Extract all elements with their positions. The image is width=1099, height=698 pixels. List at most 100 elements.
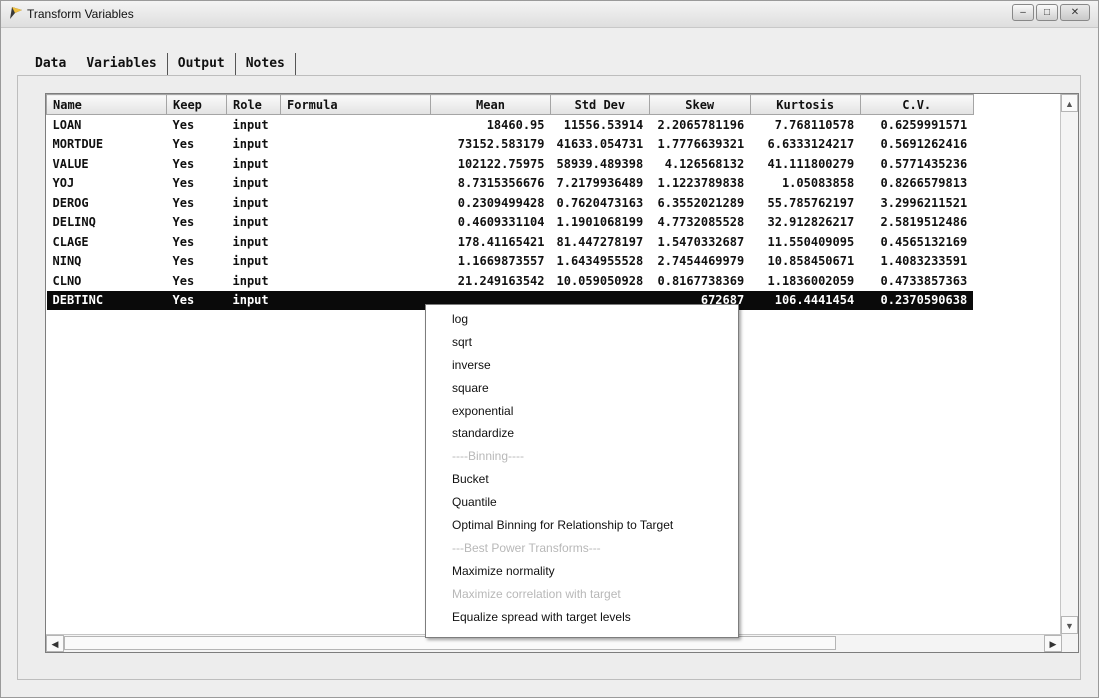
cell-name: DEROG <box>52 195 89 210</box>
app-icon <box>10 7 22 19</box>
cell-name: CLNO <box>52 273 82 288</box>
cell-keep: Yes <box>172 137 195 152</box>
column-header-kurtosis[interactable]: Kurtosis <box>749 94 861 115</box>
cell-formula[interactable] <box>281 213 431 233</box>
table-row[interactable]: NINQ Yes input 1.1669873557 1.6434955528 2.74… <box>47 252 974 272</box>
window-controls: – □ ✕ <box>1012 4 1090 21</box>
column-header-cv[interactable]: C.V. <box>859 94 974 115</box>
menu-item-inverse[interactable]: inverse <box>426 354 738 377</box>
cell-cv: 1.4083233591 <box>880 254 968 269</box>
cell-std-dev: 7.2179936489 <box>556 176 644 191</box>
vertical-scrollbar[interactable]: ▲ ▼ <box>1060 94 1078 652</box>
menu-item-bucket[interactable]: Bucket <box>426 468 738 491</box>
cell-mean: 0.4609331104 <box>457 215 545 230</box>
cell-mean: 0.2309499428 <box>457 195 545 210</box>
column-header-role[interactable]: Role <box>226 94 281 115</box>
menu-item-quantile[interactable]: Quantile <box>426 491 738 514</box>
cell-name: DELINQ <box>52 215 96 230</box>
cell-cv: 0.5771435236 <box>880 156 968 171</box>
menu-item-square[interactable]: square <box>426 377 738 400</box>
menu-item-standardize[interactable]: standardize <box>426 422 738 445</box>
table-row[interactable]: CLNO Yes input 21.249163542 10.059050928 0.81… <box>47 271 974 291</box>
menu-item-maximize-normality[interactable]: Maximize normality <box>426 560 738 583</box>
cell-role: input <box>232 137 269 152</box>
horizontal-scroll-thumb[interactable] <box>64 636 836 650</box>
menu-item-exponential[interactable]: exponential <box>426 400 738 423</box>
cell-cv: 0.2370590638 <box>860 290 974 310</box>
cell-skew: 1.1223789838 <box>657 176 745 191</box>
cell-std-dev: 81.447278197 <box>556 234 644 249</box>
scroll-up-icon[interactable]: ▲ <box>1061 94 1078 112</box>
tab-notes[interactable]: Notes <box>236 53 295 75</box>
cell-skew: 4.126568132 <box>664 156 745 171</box>
cell-formula[interactable] <box>281 154 431 174</box>
cell-std-dev: 10.059050928 <box>556 273 644 288</box>
table-row[interactable]: DEROG Yes input 0.2309499428 0.7620473163 6.3… <box>47 193 974 213</box>
cell-name: NINQ <box>52 254 82 269</box>
cell-keep: Yes <box>172 176 195 191</box>
menu-item-optimal-binning-for-relationship-to-target[interactable]: Optimal Binning for Relationship to Targ… <box>426 514 738 537</box>
table-row[interactable]: VALUE Yes input 102122.75975 58939.489398 4.1… <box>47 154 974 174</box>
cell-formula[interactable] <box>281 193 431 213</box>
cell-kurtosis: 6.6333124217 <box>767 137 855 152</box>
cell-name: VALUE <box>52 156 89 171</box>
cell-kurtosis: 11.550409095 <box>767 234 855 249</box>
maximize-button[interactable]: □ <box>1036 4 1058 21</box>
cell-formula[interactable] <box>281 271 431 291</box>
column-header-mean[interactable]: Mean <box>430 94 551 115</box>
cell-kurtosis: 32.912826217 <box>767 215 855 230</box>
cell-keep: Yes <box>172 234 195 249</box>
table-row[interactable]: DELINQ Yes input 0.4609331104 1.1901068199 4.… <box>47 213 974 233</box>
cell-kurtosis: 55.785762197 <box>767 195 855 210</box>
scroll-down-icon[interactable]: ▼ <box>1061 616 1078 634</box>
table-row[interactable]: CLAGE Yes input 178.41165421 81.447278197 1.5… <box>47 232 974 252</box>
table-body: LOAN Yes input 18460.95 11556.53914 2.2065781… <box>46 115 974 310</box>
cell-cv: 0.6259991571 <box>880 117 968 132</box>
column-header-name[interactable]: Name <box>46 94 167 115</box>
cell-keep: Yes <box>172 215 195 230</box>
cell-name: CLAGE <box>52 234 89 249</box>
cell-formula[interactable] <box>281 115 431 135</box>
cell-kurtosis: 7.768110578 <box>774 117 855 132</box>
cell-formula[interactable] <box>280 290 431 310</box>
cell-kurtosis: 41.111800279 <box>767 156 855 171</box>
cell-formula[interactable] <box>281 174 431 194</box>
table-row[interactable]: LOAN Yes input 18460.95 11556.53914 2.2065781… <box>47 115 974 135</box>
column-header-formula[interactable]: Formula <box>280 94 431 115</box>
cell-name: MORTDUE <box>52 137 104 152</box>
window-title: Transform Variables <box>27 7 134 21</box>
cell-formula[interactable] <box>281 135 431 155</box>
cell-kurtosis: 1.05083858 <box>781 176 855 191</box>
cell-role: input <box>232 234 269 249</box>
cell-cv: 0.8266579813 <box>880 176 968 191</box>
tab-bar: Data Variables Output Notes <box>21 53 296 75</box>
cell-formula[interactable] <box>281 232 431 252</box>
cell-keep: Yes <box>172 156 195 171</box>
table-row[interactable]: YOJ Yes input 8.7315356676 7.2179936489 1.122… <box>47 174 974 194</box>
cell-skew: 1.7776639321 <box>657 137 745 152</box>
tab-data[interactable]: Data <box>21 53 76 75</box>
title-bar[interactable]: Transform Variables – □ ✕ <box>1 1 1098 28</box>
column-header-skew[interactable]: Skew <box>648 94 751 115</box>
tab-output[interactable]: Output <box>168 53 235 75</box>
table-row[interactable]: MORTDUE Yes input 73152.583179 41633.054731 1… <box>47 135 974 155</box>
menu-item-equalize-spread-with-target-levels[interactable]: Equalize spread with target levels <box>426 606 738 629</box>
cell-cv: 0.4733857363 <box>880 273 968 288</box>
minimize-button[interactable]: – <box>1012 4 1034 21</box>
cell-keep: Yes <box>172 117 195 132</box>
cell-cv: 0.4565132169 <box>880 234 968 249</box>
cell-mean: 21.249163542 <box>457 273 545 288</box>
cell-formula[interactable] <box>281 252 431 272</box>
menu-item-sqrt[interactable]: sqrt <box>426 331 738 354</box>
scroll-left-icon[interactable]: ◀ <box>46 635 64 652</box>
cell-std-dev: 11556.53914 <box>563 117 644 132</box>
column-header-keep[interactable]: Keep <box>166 94 227 115</box>
transform-context-menu: log sqrt inverse square exponential standardi… <box>425 304 739 638</box>
scroll-right-icon[interactable]: ▶ <box>1044 635 1062 652</box>
cell-skew: 0.8167738369 <box>657 273 745 288</box>
menu-item-log[interactable]: log <box>426 308 738 331</box>
cell-std-dev: 1.6434955528 <box>556 254 644 269</box>
tab-variables[interactable]: Variables <box>76 53 166 75</box>
column-header-std-dev[interactable]: Std Dev <box>550 94 650 115</box>
close-button[interactable]: ✕ <box>1060 4 1090 21</box>
